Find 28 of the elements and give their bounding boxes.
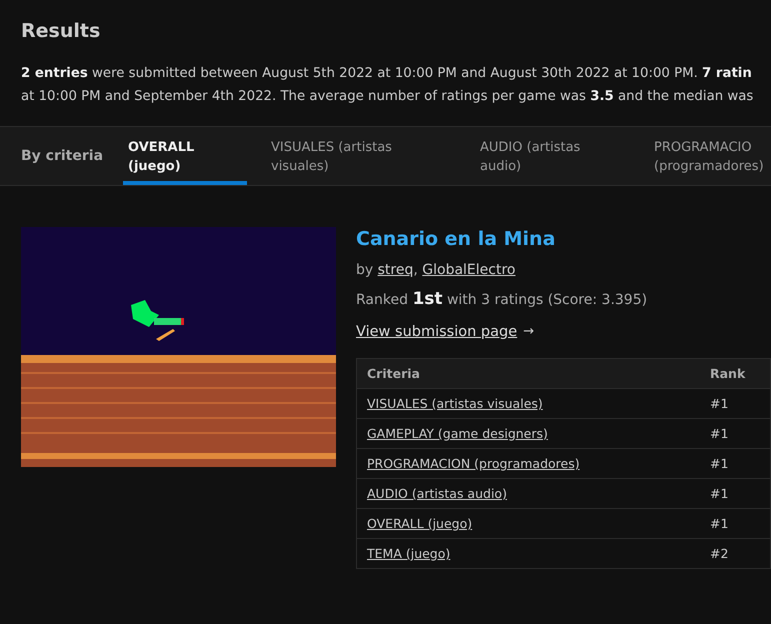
author-link[interactable]: GlobalElectro (422, 262, 516, 278)
rank-cell: #1 (700, 418, 770, 448)
criteria-tab[interactable]: VISUALES (artistas visuales) (266, 127, 456, 185)
criteria-link[interactable]: GAMEPLAY (game designers) (367, 426, 548, 441)
criteria-link[interactable]: OVERALL (juego) (367, 516, 472, 531)
criteria-link[interactable]: AUDIO (artistas audio) (367, 486, 507, 501)
column-header: Criteria (356, 358, 700, 388)
rank-cell: #1 (700, 508, 770, 538)
criteria-link[interactable]: PROGRAMACION (programadores) (367, 456, 580, 471)
authors-line: by streq, GlobalElectro (356, 261, 516, 280)
tabs-label: By criteria (21, 146, 104, 166)
rank-cell: #2 (700, 538, 770, 568)
arrow-icon: → (523, 324, 534, 340)
rank-cell: #1 (700, 388, 770, 418)
criteria-link[interactable]: VISUALES (artistas visuales) (367, 396, 543, 411)
game-title[interactable]: Canario en la Mina (356, 227, 771, 251)
criteria-tab[interactable]: PROGRAMACIO (programadores) (649, 127, 771, 185)
criteria-tab[interactable]: OVERALL (juego) (123, 127, 247, 185)
criteria-link[interactable]: TEMA (juego) (367, 546, 450, 561)
column-header: Rank (700, 358, 770, 388)
rank-cell: #1 (700, 448, 770, 478)
rank-cell: #1 (700, 478, 770, 508)
author-link[interactable]: streq (378, 262, 414, 278)
ranking-text: Ranked 1st with 3 ratings (Score: 3.395) (356, 289, 648, 310)
criteria-tab[interactable]: AUDIO (artistas audio) (475, 127, 630, 185)
submission-link[interactable]: View submission page (356, 324, 518, 340)
page-title: Results (20, 19, 102, 44)
summary-text: 2 entries were submitted between August 5th 2022 at 10:00 PM and August 30th 2022 at 10:00 PM. 7 ratin at 10:00 PM and September 4th 2022. The average number of ratings per game was 3.5 and the median was (20, 65, 754, 106)
